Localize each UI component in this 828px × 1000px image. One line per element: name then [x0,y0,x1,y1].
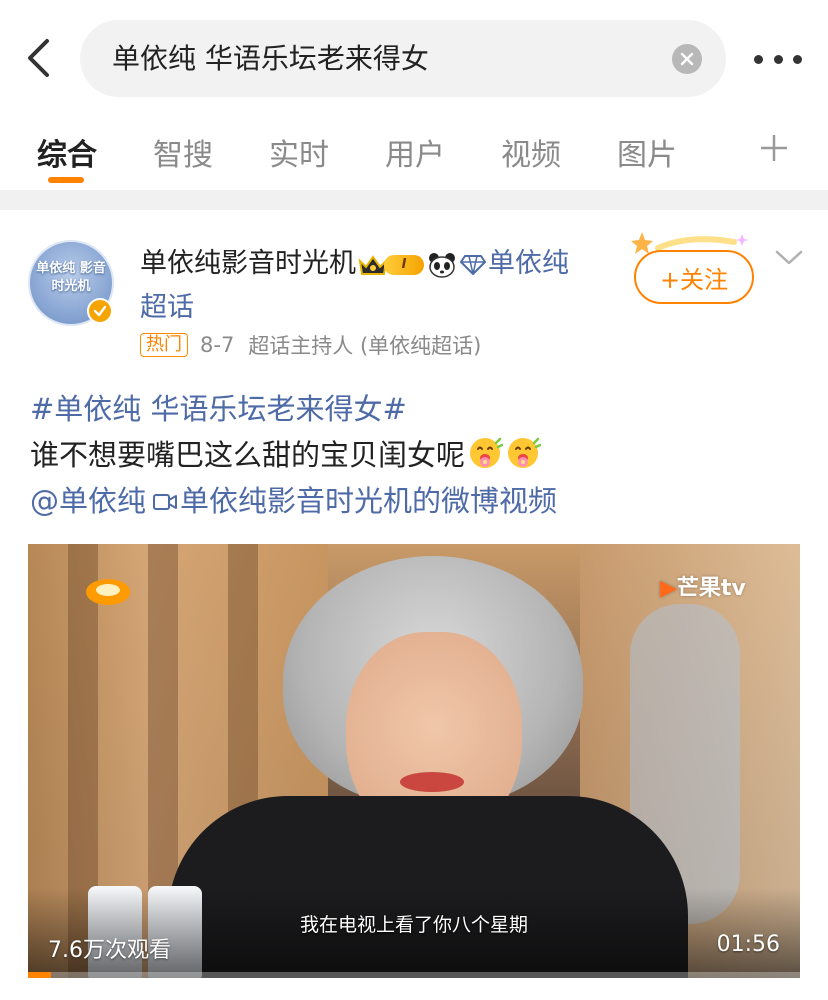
weibo-post-card[interactable]: 单依纯 影音时光机 单依纯影音时光机 I 单依纯超话 热门 8-7 超话主持人 … [0,210,828,1000]
tab-smart-search[interactable]: 智搜 [153,130,213,174]
member-badge[interactable]: I [358,253,424,277]
video-progress-bar[interactable] [28,972,800,978]
post-body: 谁不想要嘴巴这么甜的宝贝闺女呢 [30,432,800,478]
hot-tag: 热门 [140,333,188,357]
follow-area: +关注 [631,232,756,306]
video-view-count: 7.6万次观看 [48,938,171,963]
post-body-text: 谁不想要嘴巴这么甜的宝贝闺女呢 [30,438,466,472]
video-duration: 01:56 [716,932,780,957]
post-topic-link[interactable]: #单依纯 华语乐坛老来得女# [30,386,800,432]
search-input[interactable]: 单依纯 华语乐坛老来得女 [80,20,726,97]
clear-icon [680,52,694,66]
mango-tv-logo: ▶芒果tv [660,576,746,601]
diamond-icon[interactable] [460,254,486,276]
post-date: 8-7 [200,333,235,357]
tab-videos[interactable]: 视频 [501,130,561,174]
tab-images[interactable]: 图片 [617,130,677,174]
more-icon[interactable] [754,44,802,74]
follow-button[interactable]: +关注 [634,250,754,304]
section-divider [0,190,828,210]
tab-comprehensive[interactable]: 综合 [37,130,97,174]
search-tabs: 综合 智搜 实时 用户 视频 图片 [0,112,828,190]
search-header: 单依纯 华语乐坛老来得女 [0,0,828,112]
tab-realtime[interactable]: 实时 [269,130,329,174]
post-source: 超话主持人 (单依纯超话) [248,334,482,358]
post-links: @单依纯 单依纯影音时光机的微博视频 [30,478,800,524]
author-line: 单依纯影音时光机 I 单依纯超话 [140,242,570,330]
search-query-text: 单依纯 华语乐坛老来得女 [112,42,429,75]
panda-icon[interactable] [428,252,456,278]
video-camera-icon [153,494,178,510]
active-tab-indicator [48,177,84,183]
author-badges: I [358,252,486,278]
emoji-hug-icon [508,437,542,468]
avatar-text: 单依纯 影音时光机 [36,261,106,294]
video-player[interactable]: ▶芒果tv 我在电视上看了你八个星期 7.6万次观看 01:56 [28,544,800,978]
clear-search-button[interactable] [672,44,702,74]
video-link[interactable]: 单依纯影音时光机的微博视频 [180,484,557,518]
video-person-lips [400,772,464,792]
mention-link[interactable]: @单依纯 [30,484,146,518]
post-meta: 热门 8-7 超话主持人 (单依纯超话) [140,330,481,360]
verified-icon [87,298,113,324]
back-chevron-icon [28,39,49,77]
emoji-hug-icon [470,437,504,468]
post-content: #单依纯 华语乐坛老来得女# 谁不想要嘴巴这么甜的宝贝闺女呢 @单依纯 单依纯影… [30,386,800,524]
back-button[interactable] [14,34,62,82]
tab-users[interactable]: 用户 [385,130,445,174]
author-name[interactable]: 单依纯影音时光机 [140,248,356,279]
video-progress-fill [28,972,52,978]
mango-tv-logo-text: 芒果tv [676,576,746,601]
plus-icon[interactable] [758,132,790,164]
hunan-tv-logo-icon [86,579,130,605]
chevron-down-icon[interactable] [774,246,804,268]
member-level: I [384,254,424,275]
